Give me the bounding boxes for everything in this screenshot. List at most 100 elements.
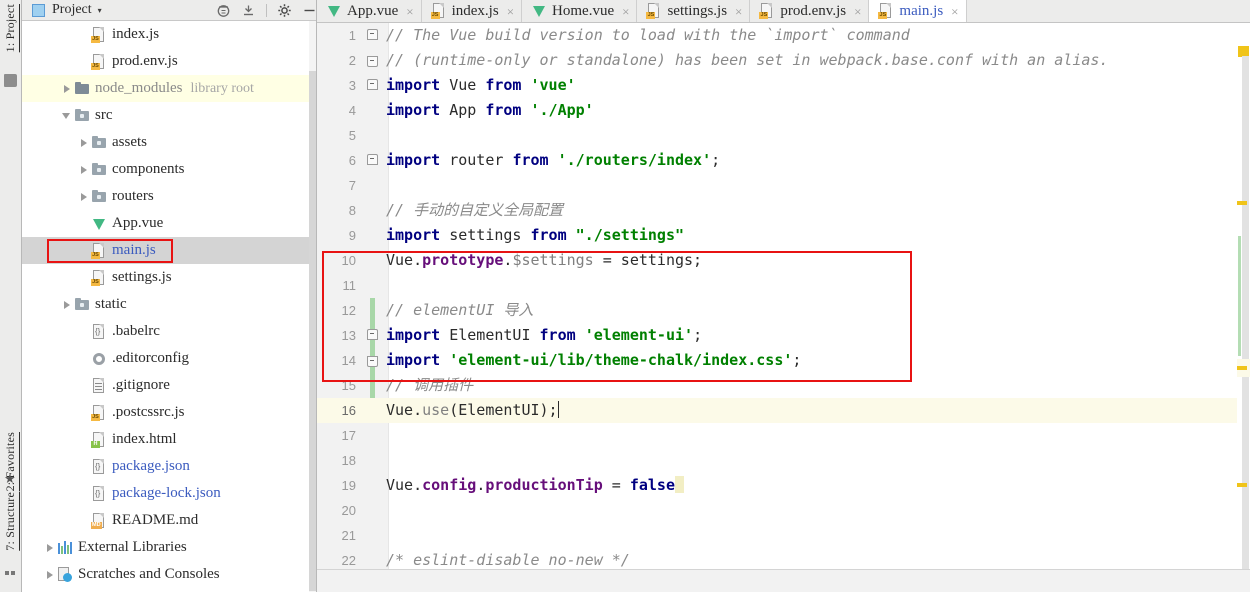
tree-item-postcssrc-js[interactable]: JS .postcssrc.js	[22, 399, 310, 426]
warning-marker	[1237, 366, 1247, 370]
chevron-down-icon[interactable]	[61, 110, 72, 121]
close-icon[interactable]: ×	[507, 5, 514, 18]
error-stripe-marker-gutter[interactable]	[1237, 46, 1250, 569]
code-line[interactable]: 14 import 'element-ui/lib/theme-chalk/ind…	[317, 348, 1250, 373]
close-icon[interactable]: ×	[735, 5, 742, 18]
tree-item-label: External Libraries	[78, 539, 187, 555]
fold-toggle-icon[interactable]	[363, 148, 382, 173]
tree-item-gitignore[interactable]: .gitignore	[22, 372, 310, 399]
tree-item-label: App.vue	[112, 215, 164, 231]
fold-toggle-icon[interactable]	[363, 348, 382, 373]
folder-src-icon	[91, 189, 107, 205]
tree-item-scratches-and-consoles[interactable]: Scratches and Consoles	[22, 561, 310, 588]
editor-tab-app-vue[interactable]: App.vue ×	[317, 0, 422, 22]
chevron-right-icon[interactable]	[61, 83, 72, 94]
code-token: "./settings"	[575, 226, 685, 244]
code-line[interactable]: 13 import ElementUI from 'element-ui';	[317, 323, 1250, 348]
tree-item-settings-js[interactable]: JS settings.js	[22, 264, 310, 291]
code-line[interactable]: 3 import Vue from 'vue'	[317, 73, 1250, 98]
code-line[interactable]: 6 import router from './routers/index';	[317, 148, 1250, 173]
editor-scrollbar[interactable]	[1242, 56, 1249, 569]
code-line[interactable]: 10 Vue.prototype.$settings = settings;	[317, 248, 1250, 273]
tree-item-routers[interactable]: routers	[22, 183, 310, 210]
fold-toggle-icon[interactable]	[363, 73, 382, 98]
editor-tab-prod-env-js[interactable]: JS prod.env.js ×	[750, 0, 870, 22]
tree-item-external-libraries[interactable]: External Libraries	[22, 534, 310, 561]
editor-tab-label: App.vue	[347, 2, 399, 19]
fold-toggle-icon[interactable]	[363, 23, 382, 48]
code-line[interactable]: 15 // 调用插件	[317, 373, 1250, 398]
line-number: 13	[341, 328, 356, 343]
editor-tab-settings-js[interactable]: JS settings.js ×	[637, 0, 751, 22]
code-line[interactable]: 1 // The Vue build version to load with t…	[317, 23, 1250, 48]
chevron-right-icon[interactable]	[78, 137, 89, 148]
js-file-icon: JS	[91, 269, 107, 286]
close-icon[interactable]: ×	[854, 5, 861, 18]
collapse-all-icon[interactable]	[241, 3, 256, 18]
code-token: import	[386, 76, 441, 94]
tree-item-static[interactable]: static	[22, 291, 310, 318]
code-line[interactable]: 7	[317, 173, 1250, 198]
tree-item-readme-md[interactable]: MD README.md	[22, 507, 310, 534]
code-line[interactable]: 18	[317, 448, 1250, 473]
tree-item-index-js[interactable]: JS index.js	[22, 21, 310, 48]
project-file-tree[interactable]: JS index.js JS prod.env.js node_modules libra…	[22, 21, 310, 592]
warning-marker	[1237, 201, 1247, 205]
close-icon[interactable]: ×	[951, 5, 958, 18]
tree-item-assets[interactable]: assets	[22, 129, 310, 156]
code-line[interactable]: 8 // 手动的自定义全局配置	[317, 198, 1250, 223]
close-icon[interactable]: ×	[622, 5, 629, 18]
editor-tab-home-vue[interactable]: Home.vue ×	[522, 0, 638, 22]
hide-panel-icon[interactable]	[302, 3, 317, 18]
code-line[interactable]: 12 // elementUI 导入	[317, 298, 1250, 323]
tree-item-main-js[interactable]: JS main.js	[22, 237, 310, 264]
tree-item-babelrc[interactable]: {} .babelrc	[22, 318, 310, 345]
code-token: false	[629, 476, 675, 494]
code-line[interactable]: 2 // (runtime-only or standalone) has bee…	[317, 48, 1250, 73]
code-editor[interactable]: 1 // The Vue build version to load with t…	[317, 23, 1250, 569]
code-line[interactable]: 17	[317, 423, 1250, 448]
tree-item-src[interactable]: src	[22, 102, 310, 129]
code-line[interactable]: 19 Vue.config.productionTip = false	[317, 473, 1250, 498]
tree-item-prod-env-js[interactable]: JS prod.env.js	[22, 48, 310, 75]
tree-item-node-modules[interactable]: node_modules library root	[22, 75, 310, 102]
chevron-right-icon[interactable]	[78, 164, 89, 175]
tree-item-editorconfig[interactable]: .editorconfig	[22, 345, 310, 372]
line-number: 18	[341, 453, 356, 468]
code-line[interactable]: 22 /* eslint-disable no-new */	[317, 548, 1250, 569]
chevron-right-icon[interactable]	[78, 191, 89, 202]
library-icon	[57, 540, 73, 556]
chevron-down-icon[interactable]: ▾	[98, 6, 102, 15]
code-line[interactable]: 16 Vue.use(ElementUI);	[317, 398, 1250, 423]
code-line[interactable]: 5	[317, 123, 1250, 148]
tree-item-index-html[interactable]: Hindex.html	[22, 426, 310, 453]
code-line[interactable]: 9 import settings from "./settings"	[317, 223, 1250, 248]
tree-item-components[interactable]: components	[22, 156, 310, 183]
code-line[interactable]: 20	[317, 498, 1250, 523]
editor-tab-main-js[interactable]: JS main.js ×	[869, 0, 967, 22]
close-icon[interactable]: ×	[406, 5, 413, 18]
line-number: 2	[348, 53, 356, 68]
code-line[interactable]: 11	[317, 273, 1250, 298]
tree-item-app-vue[interactable]: App.vue	[22, 210, 310, 237]
chevron-right-icon[interactable]	[44, 542, 55, 553]
code-token: // 手动的自定义全局配置	[386, 201, 564, 219]
fold-toggle-icon[interactable]	[363, 323, 382, 348]
chevron-right-icon[interactable]	[61, 299, 72, 310]
scroll-from-source-icon[interactable]	[216, 3, 231, 18]
tree-item-label: index.js	[112, 26, 160, 42]
tool-tab-structure[interactable]: 7: Structure	[0, 490, 22, 553]
tree-item-package-lock-json[interactable]: {} package-lock.json	[22, 480, 310, 507]
tree-item-package-json[interactable]: {} package.json	[22, 453, 310, 480]
chevron-right-icon[interactable]	[44, 569, 55, 580]
code-line[interactable]: 21	[317, 523, 1250, 548]
gear-icon[interactable]	[277, 3, 292, 18]
code-line[interactable]: 4 import App from './App'	[317, 98, 1250, 123]
editor-tab-index-js[interactable]: JS index.js ×	[421, 0, 523, 22]
tool-tab-project[interactable]: 1: Project	[0, 2, 22, 54]
editor-tab-label: settings.js	[667, 2, 728, 19]
fold-toggle-icon[interactable]	[363, 48, 382, 73]
